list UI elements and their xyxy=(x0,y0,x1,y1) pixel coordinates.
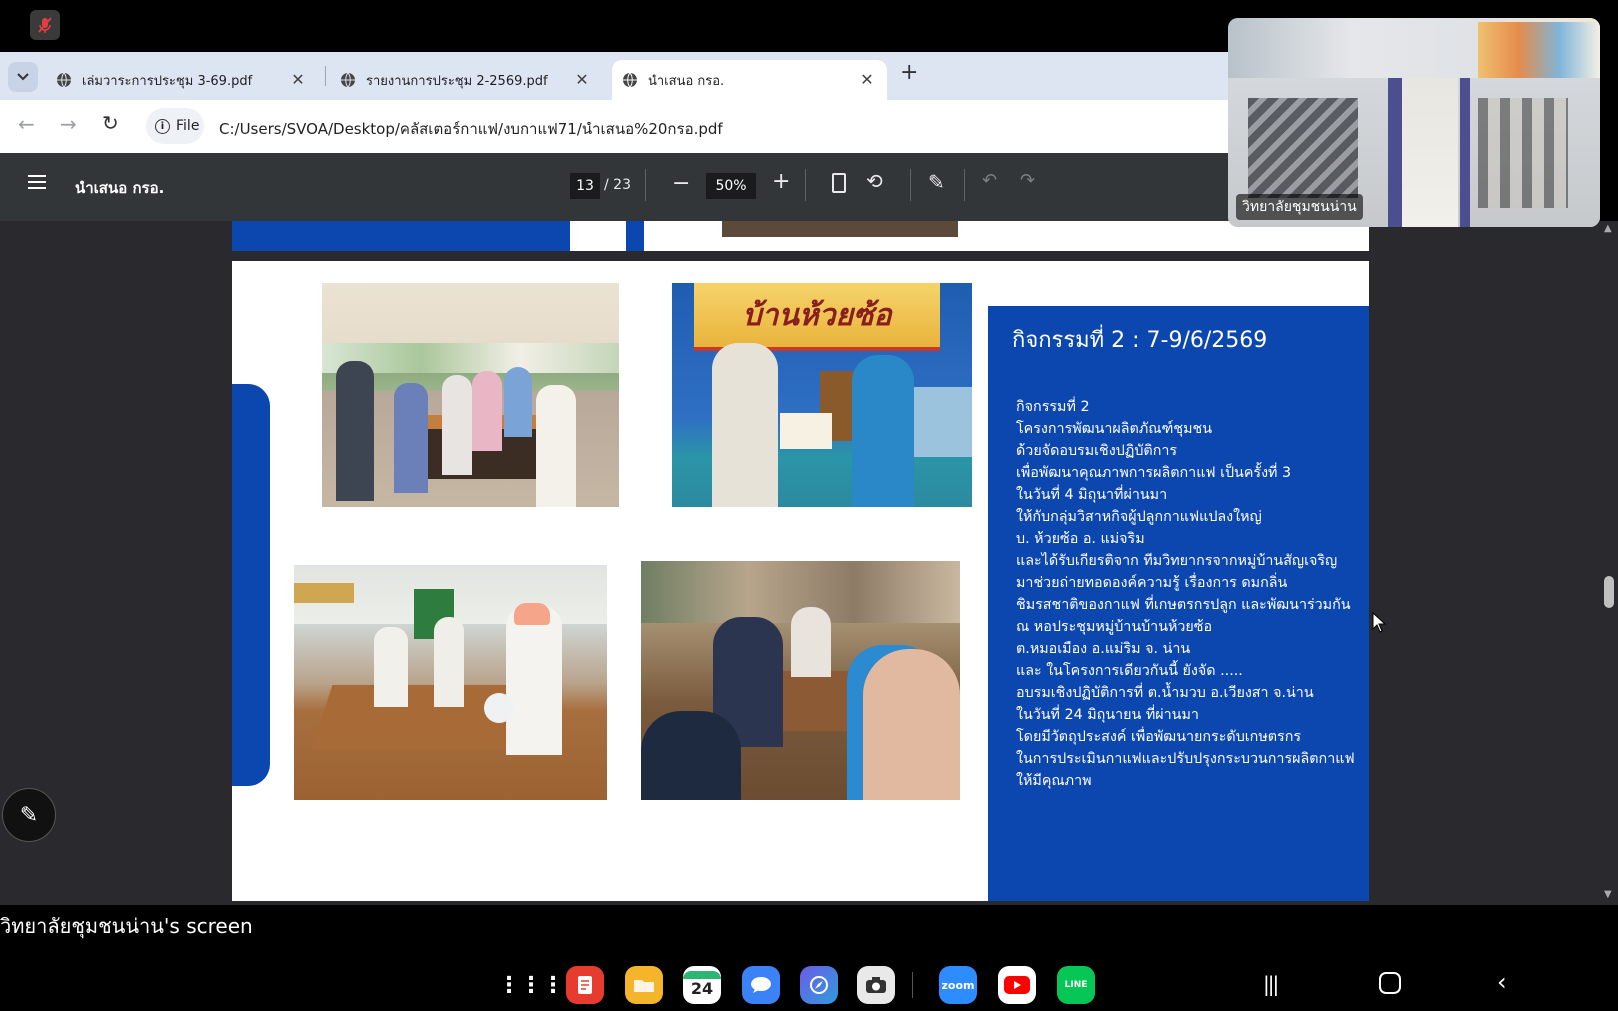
description-line: โดยมีวัตถุประสงค์ เพื่อพัฒนายกระดับเกษตร… xyxy=(1016,729,1302,745)
toolbar-divider xyxy=(645,169,646,201)
zoom-out-button[interactable]: − xyxy=(672,171,690,196)
description-line: โครงการพัฒนาผลิตภัณฑ์ชุมชน xyxy=(1016,421,1212,437)
pdf-scrollbar[interactable]: ▲ ▼ xyxy=(1600,221,1618,905)
chevron-down-icon xyxy=(17,73,29,81)
line-icon[interactable]: LINE xyxy=(1057,966,1095,1004)
browser-tab[interactable]: เล่มวาระการประชุม 3-69.pdf ✕ xyxy=(56,60,318,100)
back-nav-icon[interactable]: ‹ xyxy=(1497,968,1507,996)
url-field[interactable]: C:/Users/SVOA/Desktop/คลัสเตอร์กาแฟ/งบกา… xyxy=(219,117,723,141)
screen-share-caption: วิทยาลัยชุมชนน่าน's screen xyxy=(0,914,253,938)
description-line: ด้วยจัดอบรมเชิงปฏิบัติการ xyxy=(1016,443,1178,459)
toolbar-divider xyxy=(805,169,806,201)
youtube-icon[interactable] xyxy=(998,966,1036,1004)
scheme-label: File xyxy=(176,118,200,134)
scroll-down-icon[interactable]: ▼ xyxy=(1604,889,1612,900)
info-icon: i xyxy=(155,118,170,134)
tab-list-dropdown[interactable] xyxy=(8,62,38,92)
reload-icon[interactable]: ↻ xyxy=(102,111,119,135)
home-icon[interactable] xyxy=(1379,972,1401,994)
annotate-icon[interactable]: ✎ xyxy=(928,170,945,194)
undo-icon[interactable]: ↶ xyxy=(982,170,997,191)
tab-label: รายงานการประชุม 2-2569.pdf xyxy=(366,73,548,89)
activity-photo-4 xyxy=(641,561,960,800)
description-line: และได้รับเกียรติจาก ทีมวิทยากรจากหมู่บ้า… xyxy=(1016,553,1338,569)
camera-icon[interactable] xyxy=(857,966,895,1004)
description-line: เพื่อพัฒนาคุณภาพการผลิตกาแฟ เป็นครั้งที่… xyxy=(1016,465,1292,481)
description-line: อบรมเชิงปฏิบัติการที่ ต.น้ำมวบ อ.เวียงสา… xyxy=(1016,685,1314,701)
activity-heading: กิจกรรมที่ 2 : 7-9/6/2569 xyxy=(1012,328,1268,353)
redo-icon[interactable]: ↷ xyxy=(1020,170,1035,191)
description-line: ให้กับกลุ่มวิสาหกิจผู้ปลูกกาแฟแปลงใหญ่ xyxy=(1016,509,1262,525)
fit-page-icon[interactable] xyxy=(832,173,846,193)
rotate-icon[interactable]: ⟲ xyxy=(866,169,883,193)
tab-divider xyxy=(325,66,326,86)
zoom-level-input[interactable]: 50% xyxy=(706,173,756,199)
zoom-in-button[interactable]: + xyxy=(772,169,790,194)
browser-tab-active[interactable]: นำเสนอ กรอ. ✕ xyxy=(612,60,887,100)
toolbar-divider xyxy=(910,169,911,201)
tab-label: นำเสนอ กรอ. xyxy=(648,73,725,89)
toolbar-divider xyxy=(964,169,965,201)
zoom-label: zoom xyxy=(941,978,975,992)
muted-mic-icon[interactable] xyxy=(30,10,60,40)
scroll-up-icon[interactable]: ▲ xyxy=(1604,223,1612,234)
pdf-title: นำเสนอ กรอ. xyxy=(75,179,165,197)
zoom-icon[interactable]: zoom xyxy=(939,966,977,1004)
previous-page-bottom xyxy=(232,221,1369,251)
browser-icon[interactable] xyxy=(800,966,838,1004)
description-line: ในวันที่ 4 มิถุนาที่ผ่านมา xyxy=(1016,487,1168,503)
notes-icon[interactable] xyxy=(566,966,604,1004)
description-line: กิจกรรมที่ 2 xyxy=(1016,399,1090,415)
tab-label: เล่มวาระการประชุม 3-69.pdf xyxy=(82,73,253,89)
participant-name-label: วิทยาลัยชุมชนน่าน xyxy=(1236,194,1363,220)
globe-icon xyxy=(623,72,637,88)
banner-text: บ้านห้วยซ้อ xyxy=(742,297,892,333)
description-line: และ ในโครงการเดียวกันนี้ ยังจัด ..... xyxy=(1016,663,1243,679)
globe-icon xyxy=(341,72,355,88)
description-line: บ. ห้วยซ้อ อ. แม่จริม xyxy=(1016,531,1145,547)
menu-icon[interactable] xyxy=(28,175,46,189)
activity-photo-1 xyxy=(322,283,619,507)
description-line: ชิมรสชาติของกาแฟ ที่เกษตรกรปลูก และพัฒนา… xyxy=(1016,597,1351,613)
browser-tab[interactable]: รายงานการประชุม 2-2569.pdf ✕ xyxy=(340,60,602,100)
pdf-viewer[interactable]: บ้านห้วยซ้อ กิจกรรมที่ 2: 7-9/6/2569 กิ… xyxy=(0,221,1618,905)
banner-sign: บ้านห้วยซ้อ xyxy=(694,283,940,351)
description-line: ในวันที่ 24 มิถุนายน ที่ผ่านมา xyxy=(1016,707,1199,723)
slide-left-accent xyxy=(232,384,270,786)
recent-apps-icon[interactable]: ||| xyxy=(1263,972,1279,996)
activity-photo-3 xyxy=(294,565,607,800)
screen-root: เล่มวาระการประชุม 3-69.pdf ✕ รายงานการปร… xyxy=(0,0,1618,1011)
messages-icon[interactable] xyxy=(742,966,780,1004)
forward-icon[interactable]: → xyxy=(60,112,77,136)
activity-text-panel: กิจกรรมที่ 2 : 7-9/6/2569 กิจกรรมที่ 2 โค… xyxy=(988,306,1369,901)
description-line: ณ หอประชุมหมู่บ้านบ้านห้วยซ้อ xyxy=(1016,619,1213,635)
participant-name: วิทยาลัยชุมชนน่าน xyxy=(1242,199,1357,215)
description-line: ให้มีคุณภาพ xyxy=(1016,773,1092,789)
page-total: / 23 xyxy=(604,177,631,193)
back-icon[interactable]: ← xyxy=(18,112,35,136)
pdf-page: บ้านห้วยซ้อ กิจกรรมที่ 2: 7-9/6/2569 กิ… xyxy=(232,261,1369,901)
scrollbar-thumb[interactable] xyxy=(1604,576,1614,608)
pencil-icon: ✎ xyxy=(19,802,39,828)
files-icon[interactable] xyxy=(625,966,663,1004)
pen-tool-button[interactable]: ✎ xyxy=(2,788,56,842)
description-line: มาช่วยถ่ายทอดองค์ความรู้ เรื่องการ ดมกลิ… xyxy=(1016,575,1288,591)
dock-divider xyxy=(912,972,913,998)
globe-icon xyxy=(57,72,71,88)
mouse-cursor-icon xyxy=(1372,612,1386,633)
close-tab-icon[interactable]: ✕ xyxy=(857,70,877,89)
apps-grid-icon[interactable]: ⋮⋮⋮ xyxy=(498,966,564,1004)
new-tab-button[interactable]: + xyxy=(900,60,918,85)
close-tab-icon[interactable]: ✕ xyxy=(572,70,592,89)
line-label: LINE xyxy=(1064,980,1088,990)
calendar-day: 24 xyxy=(690,978,714,998)
description-line: ในการประเมินกาแฟและปรับปรุงกระบวนการผลิต… xyxy=(1016,751,1355,767)
activity-photo-2: บ้านห้วยซ้อ xyxy=(672,283,972,507)
calendar-icon[interactable]: 24 xyxy=(683,966,721,1004)
close-tab-icon[interactable]: ✕ xyxy=(288,70,308,89)
page-number-input[interactable]: 13 xyxy=(570,173,600,199)
site-info-chip[interactable]: i File xyxy=(146,108,204,144)
description-line: ต.หมอเมือง อ.แม่ริม จ. น่าน xyxy=(1016,641,1191,657)
participant-video[interactable]: วิทยาลัยชุมชนน่าน xyxy=(1228,18,1600,227)
